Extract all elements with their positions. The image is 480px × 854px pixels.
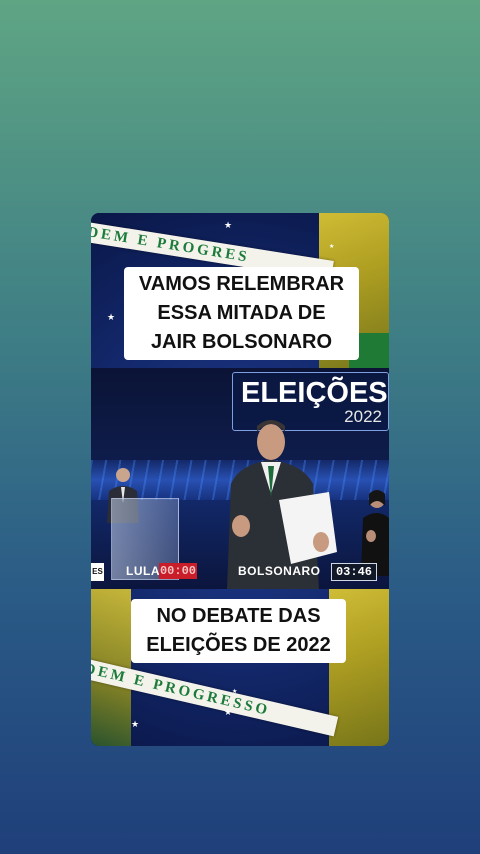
brazil-flag-top: DEM E PROGRES ★ ★ ★ ★ VAMOS RELEMBRAR ES… xyxy=(91,213,389,368)
channel-tag: ES xyxy=(91,563,104,581)
logo-year: 2022 xyxy=(344,407,382,426)
brazil-flag-bottom: DEM E PROGRESSO ★ ★ ★ NO DEBATE DAS ELEI… xyxy=(91,589,389,746)
logo-title: ELEIÇÕES xyxy=(241,377,388,409)
star-icon: ★ xyxy=(224,707,233,717)
caption-top-line1: VAMOS RELEMBRAR xyxy=(138,273,345,295)
star-icon: ★ xyxy=(131,719,140,729)
caption-bottom-line1: NO DEBATE DAS xyxy=(156,605,321,627)
caption-bottom-line2: ELEIÇÕES DE 2022 xyxy=(146,634,331,656)
star-icon: ★ xyxy=(232,689,238,695)
star-icon: ★ xyxy=(224,220,233,230)
video-card[interactable]: DEM E PROGRES ★ ★ ★ ★ VAMOS RELEMBRAR ES… xyxy=(91,213,389,746)
caption-top: VAMOS RELEMBRAR ESSA MITADA DE JAIR BOLS… xyxy=(124,267,359,360)
star-icon: ★ xyxy=(107,312,116,322)
candidate-right-name: BOLSONARO xyxy=(238,564,321,578)
debate-video-frame[interactable]: ELEIÇÕES 2022 ES LULA 00:00 BOLSONARO 03… xyxy=(91,368,389,589)
candidate-right-timer: 03:46 xyxy=(331,563,377,581)
candidate-left-name: LULA xyxy=(126,564,160,578)
star-icon: ★ xyxy=(329,244,335,250)
caption-bottom: NO DEBATE DAS ELEIÇÕES DE 2022 xyxy=(131,599,346,663)
caption-top-line2: ESSA MITADA DE xyxy=(157,302,326,324)
debate-timer-bar: ES LULA 00:00 BOLSONARO 03:46 xyxy=(91,561,389,583)
caption-top-line3: JAIR BOLSONARO xyxy=(150,331,333,353)
candidate-left-timer: 00:00 xyxy=(159,563,197,579)
